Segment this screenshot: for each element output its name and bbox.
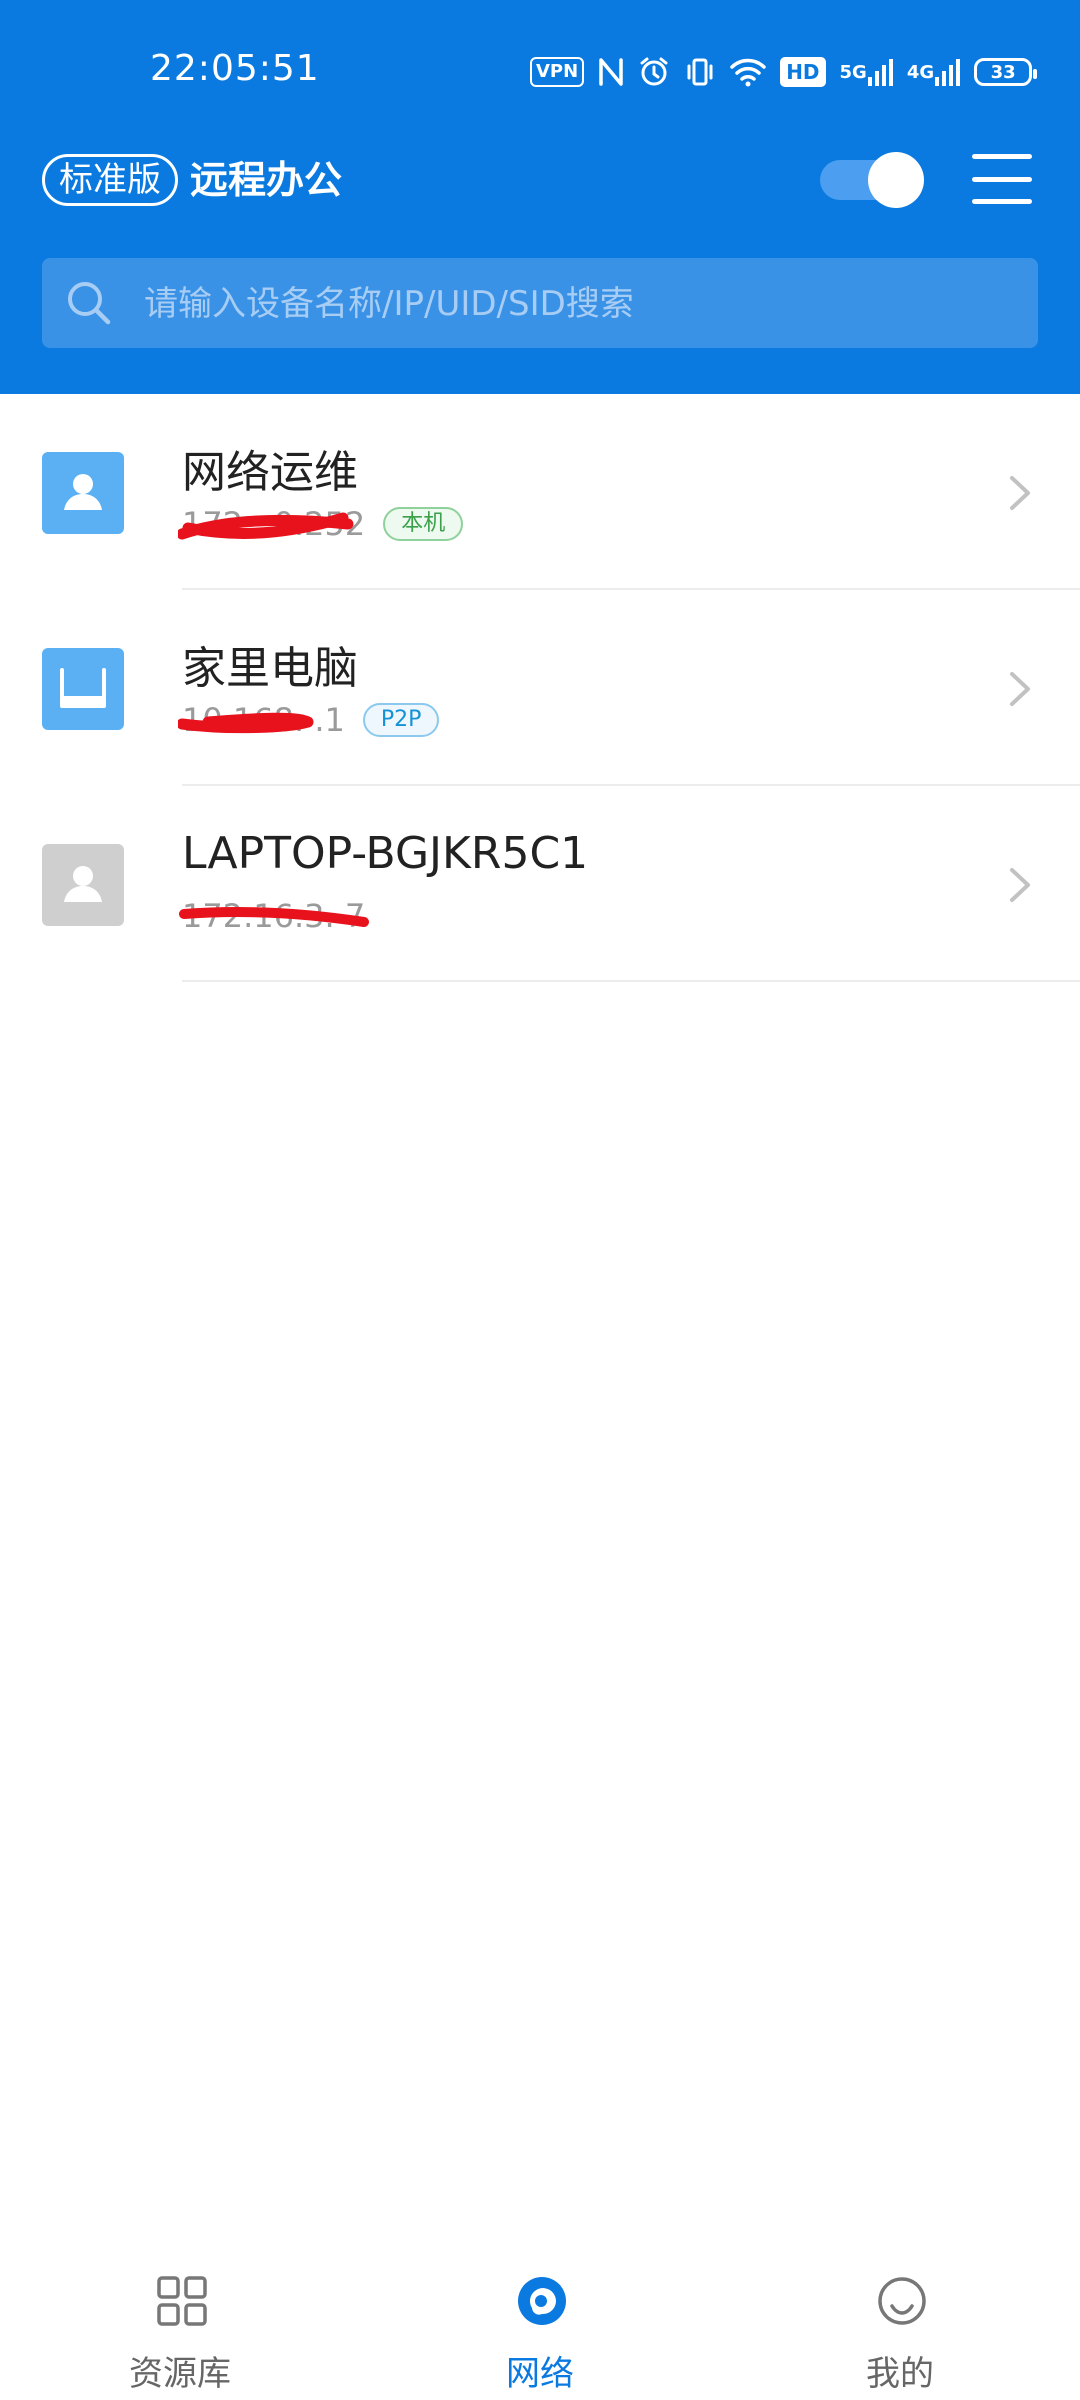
battery-icon: 33 — [974, 58, 1038, 86]
status-badge: 本机 — [383, 507, 464, 541]
tab-profile[interactable]: 我的 — [780, 2240, 1020, 2400]
search-bar[interactable] — [42, 258, 1038, 350]
tab-label: 网络 — [506, 2354, 574, 2394]
wifi-icon — [730, 52, 766, 92]
search-input[interactable] — [142, 258, 1006, 350]
redaction-mark — [179, 907, 369, 927]
menu-icon[interactable] — [972, 154, 1032, 204]
search-icon — [68, 282, 111, 325]
signal-4g-label: 4G — [906, 61, 935, 83]
list-item[interactable]: 家里电脑 10.168. .1 P2P — [0, 590, 1080, 786]
list-item[interactable]: 网络运维 172. .0.252 本机 — [0, 394, 1080, 590]
chevron-right-icon — [1010, 672, 1030, 706]
nfc-icon — [598, 52, 624, 92]
chevron-right-icon — [1010, 868, 1030, 902]
bottom-tab-bar: 资源库 网络 我的 — [0, 2240, 1080, 2400]
grid-icon — [157, 2276, 207, 2326]
edition-badge[interactable]: 标准版 — [42, 154, 178, 206]
menu-line — [972, 176, 1032, 182]
battery-level: 33 — [990, 61, 1016, 83]
device-name: 家里电脑 — [182, 643, 358, 694]
tab-network[interactable]: 网络 — [420, 2240, 660, 2400]
divider — [182, 980, 1080, 982]
menu-line — [972, 154, 1032, 159]
user-avatar-icon — [42, 452, 124, 534]
status-icons: VPN HD 5G 4G 33 — [530, 50, 1038, 94]
chevron-right-icon — [1010, 476, 1030, 510]
toggle-knob — [868, 152, 924, 208]
tab-resources[interactable]: 资源库 — [60, 2240, 300, 2400]
signal-5g-label: 5G — [839, 61, 867, 83]
status-bar: 22:05:51 VPN HD 5G 4G 33 — [0, 0, 1080, 140]
menu-line — [972, 199, 1032, 204]
tab-label: 资源库 — [129, 2354, 231, 2394]
remote-toggle[interactable] — [820, 152, 926, 208]
header: 22:05:51 VPN HD 5G 4G 33 标准版 远程办公 请输入设备名… — [0, 0, 1080, 394]
device-list: 网络运维 172. .0.252 本机 家里电脑 10.168. .1 P2P … — [0, 394, 1080, 982]
vpn-icon: VPN — [530, 57, 585, 87]
signal-5g-icon: 5G — [840, 52, 893, 92]
signal-4g-icon: 4G — [906, 52, 961, 92]
alarm-icon — [638, 52, 670, 92]
vibrate-icon — [684, 52, 716, 92]
page-title: 远程办公 — [190, 158, 343, 202]
list-item[interactable]: LAPTOP-BGJKR5C1 172.16.3. 7 — [0, 786, 1080, 982]
network-icon — [518, 2277, 566, 2325]
router-icon — [42, 648, 124, 730]
profile-icon — [878, 2277, 926, 2325]
redaction-mark — [178, 712, 314, 734]
status-time: 22:05:51 — [150, 48, 320, 89]
hd-icon: HD — [780, 57, 826, 87]
redaction-mark — [178, 512, 354, 540]
tab-label: 我的 — [866, 2354, 934, 2394]
title-bar: 标准版 远程办公 — [0, 140, 1080, 220]
user-avatar-icon — [42, 844, 124, 926]
device-name: LAPTOP-BGJKR5C1 — [182, 828, 589, 879]
device-name: 网络运维 — [182, 447, 358, 498]
